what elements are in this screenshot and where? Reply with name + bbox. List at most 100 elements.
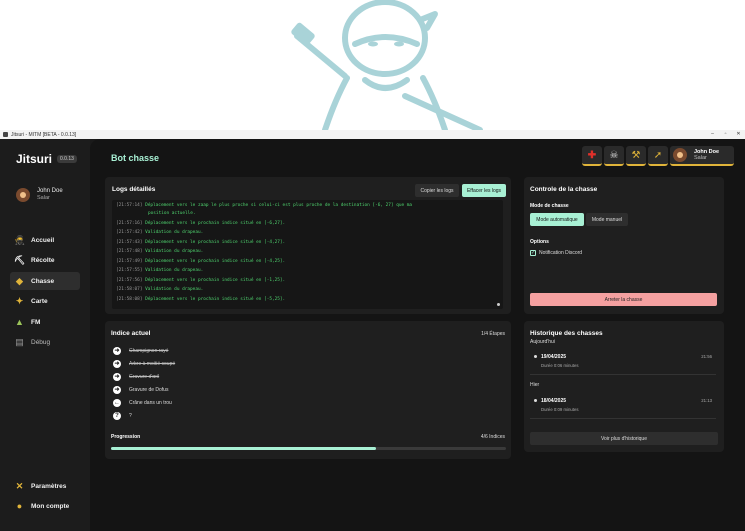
sidebar-item-label: FM <box>31 318 41 326</box>
divider <box>530 374 716 375</box>
discord-notification-checkbox[interactable]: ✓ Notification Discord <box>530 250 582 256</box>
mask-button[interactable]: ☠ <box>604 146 624 166</box>
log-line: [21:57:55] Validation du drapeau. <box>116 266 499 276</box>
logs-panel: Logs détaillés Copier les logs Effacer l… <box>105 177 511 314</box>
sidebar-item-fm[interactable]: ▲ FM <box>10 313 80 331</box>
health-icon: ✚ <box>587 149 597 161</box>
current-hint-panel: Indice actuel 1/4 Étapes ➜ Champignon ra… <box>105 321 511 459</box>
divider <box>530 418 716 419</box>
log-line: [21:58:08] Déplacement vers le prochain … <box>116 295 499 305</box>
scroll-indicator[interactable] <box>497 303 500 306</box>
log-timestamp: [21:57:55] <box>116 268 143 273</box>
log-message: Validation du drapeau. <box>145 230 204 235</box>
brand-name: Jitsuri <box>16 152 53 166</box>
sidebar-item-recolte[interactable]: ⛏ Récolte <box>10 252 80 270</box>
sidebar-item-label: Débug <box>31 339 51 346</box>
log-timestamp: [21:57:48] <box>116 249 143 254</box>
sidebar-user[interactable]: John Doe Salar <box>16 188 63 202</box>
hint-step: ➜ Gravure d'œil <box>113 373 159 381</box>
hint-step-label: Gravure de Dofus <box>129 387 169 393</box>
mask-icon: ☠ <box>609 149 619 161</box>
history-date: 18/04/2025 <box>541 398 567 404</box>
minimize-button[interactable]: – <box>706 130 719 139</box>
sidebar-item-parametres[interactable]: ✕ Paramètres <box>10 477 80 495</box>
hint-title: Indice actuel <box>111 330 151 337</box>
header-user-menu[interactable]: John Doe Salar <box>670 146 734 166</box>
bug-icon: ▤ <box>15 337 24 347</box>
log-line: [21:57:43] Déplacement vers le prochain … <box>116 238 499 248</box>
sidebar-user-server: Salar <box>37 195 50 201</box>
log-message: Déplacement vers le prochain indice situ… <box>145 296 286 302</box>
sidebar: Jitsuri 0.0.13 John Doe Salar 🥷 Accueil … <box>0 139 90 531</box>
mode-auto-button[interactable]: Mode automatique <box>530 213 584 226</box>
page: Jitsuri - MITM [BETA - 0.0.13] – ▫ ✕ Jit… <box>0 0 745 531</box>
bullet-icon <box>534 355 537 358</box>
hint-step-label: ? <box>129 413 132 419</box>
app-window: Jitsuri - MITM [BETA - 0.0.13] – ▫ ✕ Jit… <box>0 130 745 531</box>
log-timestamp: [21:57:42] <box>116 230 143 235</box>
history-entry[interactable]: 19/04/2025 Durée 0:06 minutes 21:56 <box>530 354 716 372</box>
more-history-button[interactable]: Voir plus d'historique <box>530 432 718 445</box>
app-icon <box>3 132 8 137</box>
arrow-left-icon: ← <box>113 399 121 407</box>
clear-logs-button[interactable]: Effacer les logs <box>462 184 506 197</box>
arrow-right-icon: ➜ <box>113 386 121 394</box>
hint-step: ➜ Champignon rayé <box>113 347 168 355</box>
sidebar-nav: 🥷 Accueil ⛏ Récolte ◆ Chasse ✦ Carte ▲ F… <box>10 231 80 354</box>
log-line: [21:57:49] Déplacement vers le prochain … <box>116 257 499 267</box>
axe-button[interactable]: ⚒ <box>626 146 646 166</box>
history-entry[interactable]: 18/04/2025 Durée 0:09 minutes 21:13 <box>530 398 716 416</box>
close-button[interactable]: ✕ <box>732 130 745 139</box>
hint-step-label: Gravure d'œil <box>129 374 160 380</box>
sidebar-item-label: Récolte <box>31 257 55 264</box>
log-message: Validation du drapeau. <box>145 249 204 254</box>
copy-logs-button[interactable]: Copier les logs <box>415 184 459 197</box>
title-bar: Jitsuri - MITM [BETA - 0.0.13] – ▫ ✕ <box>0 130 745 139</box>
avatar <box>673 148 687 162</box>
maximize-button[interactable]: ▫ <box>719 130 732 139</box>
compass-icon: ✦ <box>15 296 24 306</box>
stop-hunt-button[interactable]: Arreter la chasse <box>530 293 717 306</box>
chest-icon: ◆ <box>16 275 23 286</box>
ninja-mascot-icon <box>291 0 483 130</box>
log-timestamp: [21:58:08] <box>116 296 143 302</box>
sidebar-item-accueil[interactable]: 🥷 Accueil <box>10 231 80 249</box>
progress-bar-fill <box>111 447 376 450</box>
history-time: 21:56 <box>701 354 712 359</box>
spear-button[interactable]: ➚ <box>648 146 668 166</box>
history-title: Historique des chasses <box>530 330 603 337</box>
avatar <box>16 188 30 202</box>
main-content: Bot chasse ✚ ☠ ⚒ ➚ John Doe Salar Logs d… <box>90 139 745 531</box>
history-duration: Durée 0:06 minutes <box>541 363 579 368</box>
log-line: [21:58:07] Validation du drapeau. <box>116 285 499 295</box>
sidebar-item-chasse[interactable]: ◆ Chasse <box>10 272 80 290</box>
arrow-right-icon: ➜ <box>113 373 121 381</box>
hunt-control-panel: Controle de la chasse Mode de chasse Mod… <box>524 177 724 314</box>
log-timestamp: [21:57:43] <box>116 239 143 245</box>
hint-step-label: Champignon rayé <box>129 348 169 354</box>
sidebar-item-mon-compte[interactable]: ● Mon compte <box>10 498 80 516</box>
log-message: Déplacement vers le prochain indice situ… <box>145 220 286 226</box>
progress-count: 4/6 Indices <box>480 434 505 440</box>
mode-label: Mode de chasse <box>530 203 569 209</box>
hint-step: ? ? <box>113 412 132 420</box>
history-group-label: Aujourd'hui <box>530 339 555 345</box>
sidebar-item-debug[interactable]: ▤ Débug <box>10 334 80 352</box>
history-group-label: Hier <box>530 382 540 388</box>
sidebar-item-carte[interactable]: ✦ Carte <box>10 293 80 311</box>
arrow-right-icon: ➜ <box>113 347 121 355</box>
mode-manual-button[interactable]: Mode manuel <box>586 213 628 226</box>
health-button[interactable]: ✚ <box>582 146 602 166</box>
options-label: Options <box>530 239 549 245</box>
log-timestamp: [21:57:49] <box>116 258 143 264</box>
log-output[interactable]: [21:57:14] Déplacement vers le zaap le p… <box>112 200 503 309</box>
window-controls: – ▫ ✕ <box>706 130 745 139</box>
hint-step: ➜ Arbre à moitié coupé <box>113 360 175 368</box>
log-timestamp: [21:57:14] <box>116 203 143 208</box>
check-icon: ✓ <box>530 250 536 256</box>
history-time: 21:13 <box>701 398 712 403</box>
log-timestamp: [21:57:16] <box>116 220 143 226</box>
log-line: [21:57:42] Validation du drapeau. <box>116 228 499 238</box>
account-icon: ● <box>16 501 23 511</box>
sidebar-user-name: John Doe <box>37 188 63 194</box>
